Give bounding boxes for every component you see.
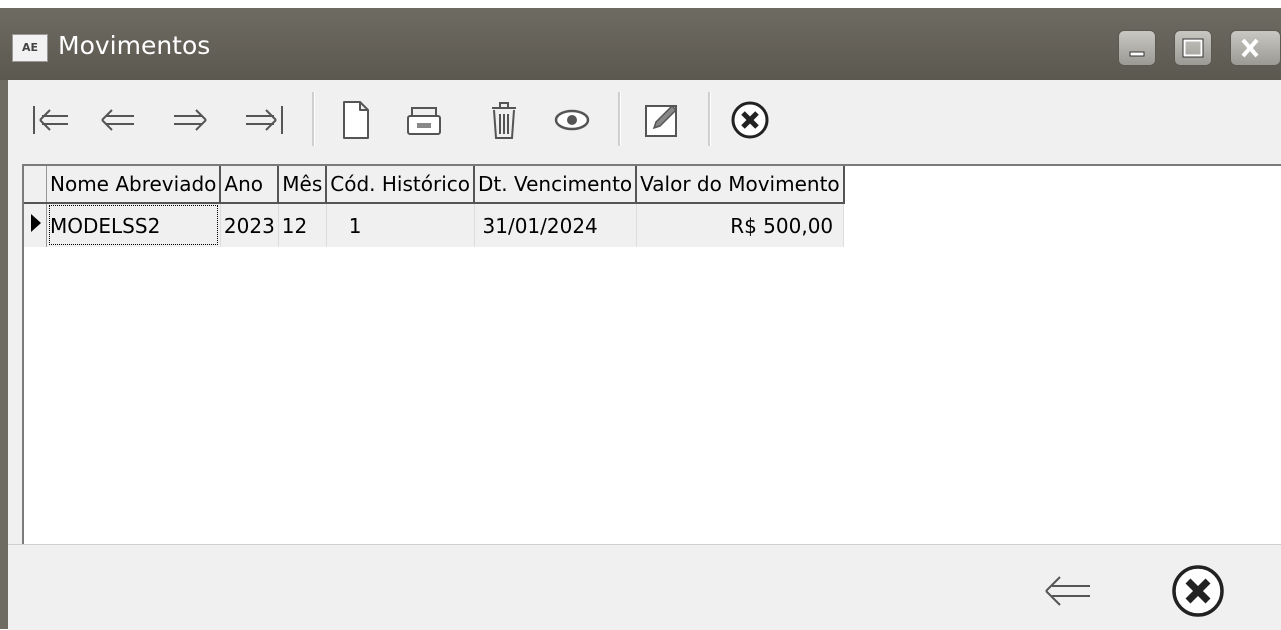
toolbar — [8, 80, 1281, 165]
view-icon[interactable] — [548, 96, 596, 144]
edit-icon[interactable] — [638, 96, 686, 144]
next-record-icon[interactable] — [166, 96, 214, 144]
data-table: Nome Abreviado Ano Mês Cód. Histórico Dt… — [24, 166, 845, 247]
cell-vencimento[interactable]: 31/01/2024 — [474, 203, 637, 247]
column-header-ano[interactable]: Ano — [220, 166, 280, 204]
window-title: Movimentos — [58, 31, 211, 60]
row-indicator — [24, 203, 47, 247]
current-row-icon — [31, 214, 41, 232]
close-icon[interactable] — [1168, 561, 1228, 621]
close-icon[interactable] — [726, 96, 774, 144]
maximize-icon — [1182, 38, 1204, 58]
print-icon[interactable] — [400, 96, 448, 144]
cell-mes[interactable]: 12 — [278, 203, 327, 247]
table-row[interactable]: MODELSS2 2023 12 1 31/01/2024 R$ 500,00 — [24, 203, 845, 247]
minimize-button[interactable] — [1118, 30, 1156, 66]
column-header-mes[interactable]: Mês — [278, 166, 328, 204]
window-border — [0, 80, 8, 629]
close-x-icon — [1241, 38, 1259, 58]
prev-record-icon[interactable] — [94, 96, 142, 144]
column-header-cod-historico[interactable]: Cód. Histórico — [326, 166, 475, 204]
close-window-button[interactable] — [1230, 30, 1281, 66]
column-header-valor[interactable]: Valor do Movimento — [636, 166, 845, 204]
cell-nome[interactable]: MODELSS2 — [46, 203, 221, 247]
cell-cod-historico[interactable]: 1 — [326, 203, 475, 247]
toolbar-separator — [618, 92, 621, 146]
last-record-icon[interactable] — [240, 96, 288, 144]
toolbar-separator — [312, 92, 315, 146]
delete-icon[interactable] — [480, 96, 528, 144]
app-icon: AE — [12, 34, 48, 62]
cell-ano[interactable]: 2023 — [220, 203, 279, 247]
column-header-nome[interactable]: Nome Abreviado — [46, 166, 222, 204]
back-icon[interactable] — [1038, 561, 1098, 621]
first-record-icon[interactable] — [28, 96, 76, 144]
cell-valor[interactable]: R$ 500,00 — [636, 203, 845, 247]
header-row: Nome Abreviado Ano Mês Cód. Histórico Dt… — [24, 166, 845, 204]
movimentos-window: AE Movimentos Nome Abreviado Ano Mês Cód… — [0, 0, 1281, 630]
toolbar-separator — [708, 92, 711, 146]
column-header-vencimento[interactable]: Dt. Vencimento — [474, 166, 638, 204]
new-record-icon[interactable] — [332, 96, 380, 144]
indicator-header — [24, 166, 47, 204]
movimentos-grid[interactable]: Nome Abreviado Ano Mês Cód. Histórico Dt… — [22, 164, 1281, 544]
maximize-button[interactable] — [1174, 30, 1212, 66]
footer-bar — [8, 544, 1281, 630]
minimize-icon — [1129, 51, 1145, 57]
grid-gutter — [8, 164, 22, 544]
title-bar[interactable]: AE Movimentos — [0, 8, 1281, 80]
